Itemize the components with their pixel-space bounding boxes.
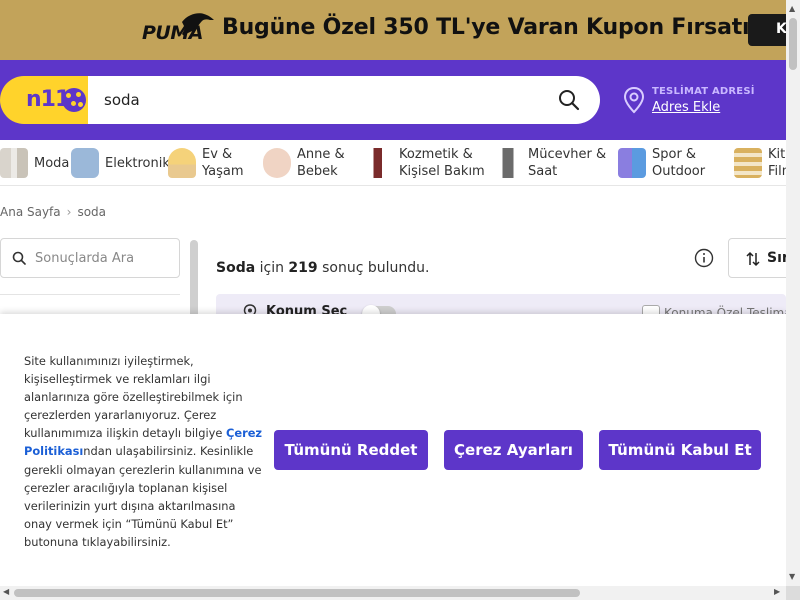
category-label: Mücevher & Saat [528, 147, 607, 179]
filter-search-box[interactable] [0, 238, 180, 278]
cookie-text: Site kullanımınızı iyileştirmek, kişisel… [24, 352, 264, 551]
n11-logo[interactable]: n11 [0, 76, 96, 124]
category-elektronik-image [71, 148, 99, 178]
site-header: n11 TESLİMAT ADRESİ Adres Ekle [0, 60, 786, 140]
sidebar-scrollbar[interactable] [190, 240, 198, 320]
cookie-text-part1: Site kullanımınızı iyileştirmek, kişisel… [24, 354, 243, 441]
search-box[interactable] [88, 76, 600, 124]
horizontal-scrollbar[interactable]: ◀ ▶ [0, 586, 786, 600]
horizontal-scroll-thumb[interactable] [14, 589, 580, 597]
breadcrumb-current: soda [77, 205, 107, 219]
category-kozmetik[interactable]: Kozmetik & Kişisel Bakım [365, 144, 485, 182]
banner-button[interactable]: K [748, 14, 786, 46]
scroll-left-arrow-icon[interactable]: ◀ [3, 587, 9, 596]
category-label: Moda [34, 155, 70, 171]
category-label: Kozmetik & Kişisel Bakım [399, 147, 485, 179]
category-spor-outdoor[interactable]: Spor & Outdoor [618, 144, 714, 182]
reject-all-button[interactable]: Tümünü Reddet [274, 430, 428, 470]
scrollbar-corner [786, 586, 800, 600]
category-anne-bebek-image [263, 148, 291, 178]
cookie-consent-panel: Site kullanımınızı iyileştirmek, kişisel… [0, 314, 786, 586]
chevron-right-icon: › [66, 205, 72, 219]
breadcrumb-home[interactable]: Ana Sayfa [0, 205, 61, 219]
sort-icon [746, 251, 760, 267]
puma-logo-text: PUMA [142, 22, 203, 44]
vertical-scrollbar[interactable]: ▲ ▼ [786, 0, 800, 600]
result-text-mid: için [255, 260, 289, 276]
banner-headline: Bugüne Özel 350 TL'ye Varan Kupon Fırsat… [222, 15, 750, 40]
category-ev-yasam-image [168, 148, 196, 178]
filter-search-input[interactable] [35, 249, 175, 267]
accept-all-button[interactable]: Tümünü Kabul Et [599, 430, 761, 470]
category-ev-yasam[interactable]: Ev & Yaşam [168, 144, 250, 182]
category-label: Elektronik [105, 155, 170, 171]
scroll-right-arrow-icon[interactable]: ▶ [774, 587, 780, 596]
add-address-link[interactable]: Adres Ekle [652, 100, 720, 115]
category-spor-image [618, 148, 646, 178]
sidebar-divider [0, 294, 180, 295]
address-label: TESLİMAT ADRESİ [652, 86, 755, 97]
category-label: Anne & Bebek [297, 147, 345, 179]
page: PUMA Bugüne Özel 350 TL'ye Varan Kupon F… [0, 0, 800, 600]
breadcrumb: Ana Sayfa › soda [0, 205, 106, 219]
category-label: Ev & Yaşam [202, 147, 244, 179]
category-kozmetik-image [365, 148, 393, 178]
ladybug-icon [62, 88, 86, 112]
category-moda[interactable]: Moda [0, 144, 69, 182]
vertical-scroll-thumb[interactable] [789, 18, 797, 70]
category-kitap-image [734, 148, 762, 178]
category-bar: Moda Elektronik Ev & Yaşam Anne & Bebek … [0, 140, 786, 186]
result-number: 219 [288, 260, 318, 276]
category-elektronik[interactable]: Elektronik [71, 144, 170, 182]
search-icon [12, 251, 26, 265]
location-pin-icon [623, 86, 645, 114]
category-label: Kitap, Film [768, 147, 786, 179]
scroll-down-arrow-icon[interactable]: ▼ [789, 572, 795, 581]
category-mucevher-image [494, 148, 522, 178]
category-mucevher-saat[interactable]: Mücevher & Saat [494, 144, 608, 182]
category-anne-bebek[interactable]: Anne & Bebek [263, 144, 351, 182]
cookie-settings-button[interactable]: Çerez Ayarları [444, 430, 583, 470]
result-count: Soda için 219 sonuç bulundu. [216, 260, 429, 276]
promo-banner[interactable]: PUMA Bugüne Özel 350 TL'ye Varan Kupon F… [0, 0, 786, 60]
cookie-text-part2: ndan ulaşabilirsiniz. Kesinlikle gerekli… [24, 444, 262, 549]
scroll-up-arrow-icon[interactable]: ▲ [789, 4, 795, 13]
category-kitap-film[interactable]: Kitap, Film [734, 144, 786, 182]
result-text-end: sonuç bulundu. [317, 260, 430, 276]
result-query: Soda [216, 260, 256, 276]
search-input[interactable] [104, 88, 544, 112]
search-icon[interactable] [558, 89, 580, 111]
category-moda-image [0, 148, 28, 178]
info-icon[interactable] [694, 248, 714, 268]
category-label: Spor & Outdoor [652, 147, 706, 179]
